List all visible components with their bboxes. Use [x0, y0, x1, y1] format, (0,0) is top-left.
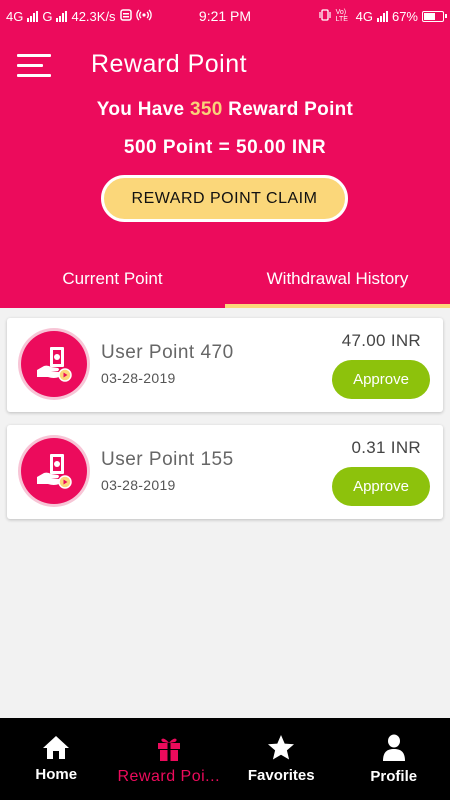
nav-favorites-label: Favorites [247, 767, 315, 784]
approve-button[interactable]: Approve [332, 467, 430, 506]
history-card-date: 03-28-2019 [101, 477, 176, 493]
signal-icon-3 [376, 10, 388, 22]
data-saver-icon [119, 8, 132, 24]
history-card: User Point 470 03-28-2019 47.00 INR Appr… [7, 318, 443, 412]
hotspot-icon [135, 9, 152, 24]
nav-profile-label: Profile [370, 768, 418, 785]
network-speed: 42.3K/s [71, 8, 116, 24]
star-icon [268, 735, 295, 760]
network-type-2: G [42, 8, 53, 24]
gift-icon [157, 738, 180, 761]
reward-header: Reward Point You Have 350 Reward Point 5… [0, 32, 450, 308]
battery-icon [422, 10, 447, 22]
nav-profile[interactable]: Profile [338, 718, 450, 800]
hamburger-menu-icon[interactable] [17, 54, 51, 77]
history-card-amount: 0.31 INR [351, 438, 421, 457]
volte-label: Vo) LTE [335, 9, 348, 23]
history-card-title: User Point 470 [101, 342, 234, 363]
network-type-3: 4G [355, 8, 373, 24]
network-type-1: 4G [6, 8, 24, 24]
tab-bar: Current Point Withdrawal History [0, 256, 450, 308]
cash-payment-icon [21, 438, 87, 504]
balance-suffix: Reward Point [228, 99, 354, 120]
reward-balance-line: You Have 350 Reward Point [0, 99, 450, 121]
approve-button[interactable]: Approve [332, 360, 430, 399]
status-bar-right: Vo) LTE 4G 67% [318, 8, 447, 24]
history-card-date: 03-28-2019 [101, 370, 176, 386]
reward-points-value: 350 [189, 99, 223, 120]
nav-reward-point[interactable]: Reward Poi... [113, 718, 226, 800]
status-bar-left: 4G G 42.3K/s [6, 9, 152, 24]
status-bar: 4G G 42.3K/s 9:21 PM Vo) LTE 4G 67% [0, 0, 450, 32]
conversion-rate: 500 Point = 50.00 INR [123, 137, 327, 158]
tab-current-point[interactable]: Current Point [0, 256, 225, 308]
nav-reward-point-label: Reward Poi... [117, 768, 221, 785]
history-card-amount: 47.00 INR [341, 331, 421, 350]
nav-favorites[interactable]: Favorites [225, 718, 338, 800]
reward-point-claim-button[interactable]: REWARD POINT CLAIM [101, 175, 348, 222]
tab-withdrawal-history[interactable]: Withdrawal History [225, 256, 450, 308]
home-icon [43, 736, 70, 759]
nav-home-label: Home [35, 766, 78, 783]
nav-home[interactable]: Home [0, 718, 113, 800]
vibrate-icon [318, 8, 332, 24]
person-icon [382, 734, 405, 761]
bottom-navigation: Home Reward Poi... Favorites Profile [0, 718, 450, 800]
page-title: Reward Point [91, 50, 248, 78]
cash-payment-icon [21, 331, 87, 397]
history-card-title: User Point 155 [101, 449, 234, 470]
battery-percent: 67% [391, 8, 418, 24]
signal-icon [27, 10, 39, 22]
signal-icon-2 [56, 10, 68, 22]
withdrawal-history-list: User Point 470 03-28-2019 47.00 INR Appr… [7, 318, 443, 532]
balance-prefix: You Have [96, 99, 185, 120]
history-card: User Point 155 03-28-2019 0.31 INR Appro… [7, 425, 443, 519]
